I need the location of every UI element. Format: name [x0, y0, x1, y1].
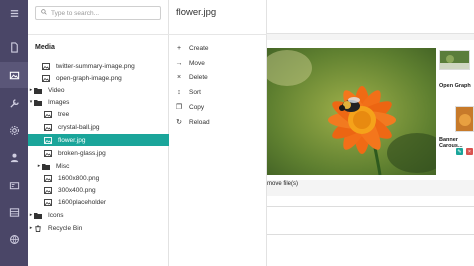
tree-item-label: tree: [58, 110, 70, 118]
search-input[interactable]: Type to search...: [51, 10, 99, 17]
context-menu: flower.jpg + Create → Move × Delete ↕ So…: [169, 0, 267, 266]
media-tree-panel: Type to search... Media twitter-summary-…: [28, 0, 169, 266]
menu-item-reload[interactable]: ↻ Reload: [169, 115, 267, 129]
translation-icon[interactable]: [0, 226, 28, 252]
copy-icon: ❐: [175, 104, 183, 111]
thumbnail-banner[interactable]: [455, 106, 474, 132]
menu-item-create[interactable]: + Create: [169, 41, 267, 55]
content-section-icon[interactable]: [0, 34, 28, 60]
sort-icon: ↕: [177, 88, 181, 96]
forms-icon[interactable]: [0, 199, 28, 225]
menu-item-label: Delete: [189, 73, 208, 81]
tree-item-label: crystal-ball.jpg: [58, 123, 100, 131]
gear-icon[interactable]: [0, 117, 28, 143]
tree-item-label: open-graph-image.png: [56, 74, 122, 82]
image-icon: [44, 186, 53, 194]
folder-icon: [42, 162, 51, 170]
menu-item-label: Sort: [189, 88, 201, 96]
folder-icon: [34, 86, 43, 94]
tree-item[interactable]: ▸ Recycle Bin: [28, 222, 169, 234]
tree-item[interactable]: 1600placeholder: [28, 196, 169, 208]
user-icon[interactable]: [0, 144, 28, 170]
tree-item[interactable]: 300x400.png: [28, 184, 169, 196]
image-icon: [44, 110, 53, 118]
tree-item[interactable]: crystal-ball.jpg: [28, 121, 169, 133]
tree-item-label: Recycle Bin: [48, 224, 83, 232]
tree-item-label: 300x400.png: [58, 186, 96, 194]
thumbnail-caption: Open Graph: [439, 83, 471, 89]
tree-title: Media: [35, 44, 55, 51]
flower-image: [267, 48, 436, 175]
move-icon: →: [175, 59, 183, 67]
search-box[interactable]: Type to search...: [35, 6, 161, 20]
tree-item[interactable]: twitter-summary-image.png: [28, 60, 169, 72]
media-section-icon[interactable]: [0, 62, 28, 88]
trash-icon: [34, 224, 43, 232]
image-icon: [44, 198, 53, 206]
image-icon: [42, 62, 51, 70]
tree-item-label: flower.jpg: [58, 136, 86, 144]
menu-item-sort[interactable]: ↕ Sort: [169, 85, 267, 99]
tree-item[interactable]: ▸ Video: [28, 84, 169, 96]
divider: [28, 34, 169, 35]
settings-wrench-icon[interactable]: [0, 90, 28, 116]
folder-icon: [34, 98, 43, 106]
divider: [169, 34, 267, 35]
tree-item[interactable]: open-graph-image.png: [28, 72, 169, 84]
menu-item-move[interactable]: → Move: [169, 56, 267, 70]
delete-icon: ×: [176, 73, 182, 81]
tree-item-label: Misc: [56, 162, 70, 170]
menu-item-label: Copy: [189, 103, 205, 111]
tree-item-selected[interactable]: flower.jpg: [28, 134, 169, 146]
edit-icon[interactable]: ✎: [456, 148, 463, 155]
divider: [267, 206, 474, 207]
menu-item-label: Move: [189, 59, 205, 67]
image-icon: [44, 123, 53, 131]
member-card-icon[interactable]: [0, 172, 28, 198]
tree-item[interactable]: ▸ Misc: [28, 160, 169, 172]
image-icon: [44, 136, 53, 144]
tree-item[interactable]: broken-glass.jpg: [28, 147, 169, 159]
move-files-label: move file(s): [267, 181, 299, 187]
content-header: [267, 0, 474, 34]
tree-item[interactable]: ▾ Images: [28, 96, 169, 108]
menu-item-label: Reload: [189, 118, 210, 126]
menu-icon[interactable]: [0, 0, 28, 26]
menu-item-copy[interactable]: ❐ Copy: [169, 100, 267, 114]
tree-item-label: Images: [48, 98, 70, 106]
image-icon: [44, 149, 53, 157]
tree-item[interactable]: 1600x800.png: [28, 172, 169, 184]
search-icon: [41, 9, 47, 17]
thumbnail-open-graph[interactable]: [439, 50, 470, 70]
menu-item-label: Create: [189, 44, 209, 52]
plus-icon: +: [176, 44, 182, 52]
tree-item-label: 1600placeholder: [58, 198, 107, 206]
image-icon: [42, 74, 51, 82]
folder-icon: [34, 211, 43, 219]
section-rail: [0, 0, 28, 266]
image-icon: [44, 174, 53, 182]
context-menu-title: flower.jpg: [176, 7, 217, 18]
media-content-area: move file(s) Open Graph Banner Carous...…: [267, 0, 474, 266]
divider: [267, 234, 474, 235]
tree-item[interactable]: tree: [28, 108, 169, 120]
close-icon[interactable]: ×: [466, 148, 473, 155]
tree-item[interactable]: ▸ Icons: [28, 209, 169, 221]
reload-icon: ↻: [176, 119, 182, 126]
menu-item-delete[interactable]: × Delete: [169, 70, 267, 84]
tree-item-label: 1600x800.png: [58, 174, 100, 182]
tree-item-label: Icons: [48, 211, 64, 219]
tree-item-label: Video: [48, 86, 65, 94]
tree-item-label: broken-glass.jpg: [58, 149, 106, 157]
tree-item-label: twitter-summary-image.png: [56, 62, 135, 70]
